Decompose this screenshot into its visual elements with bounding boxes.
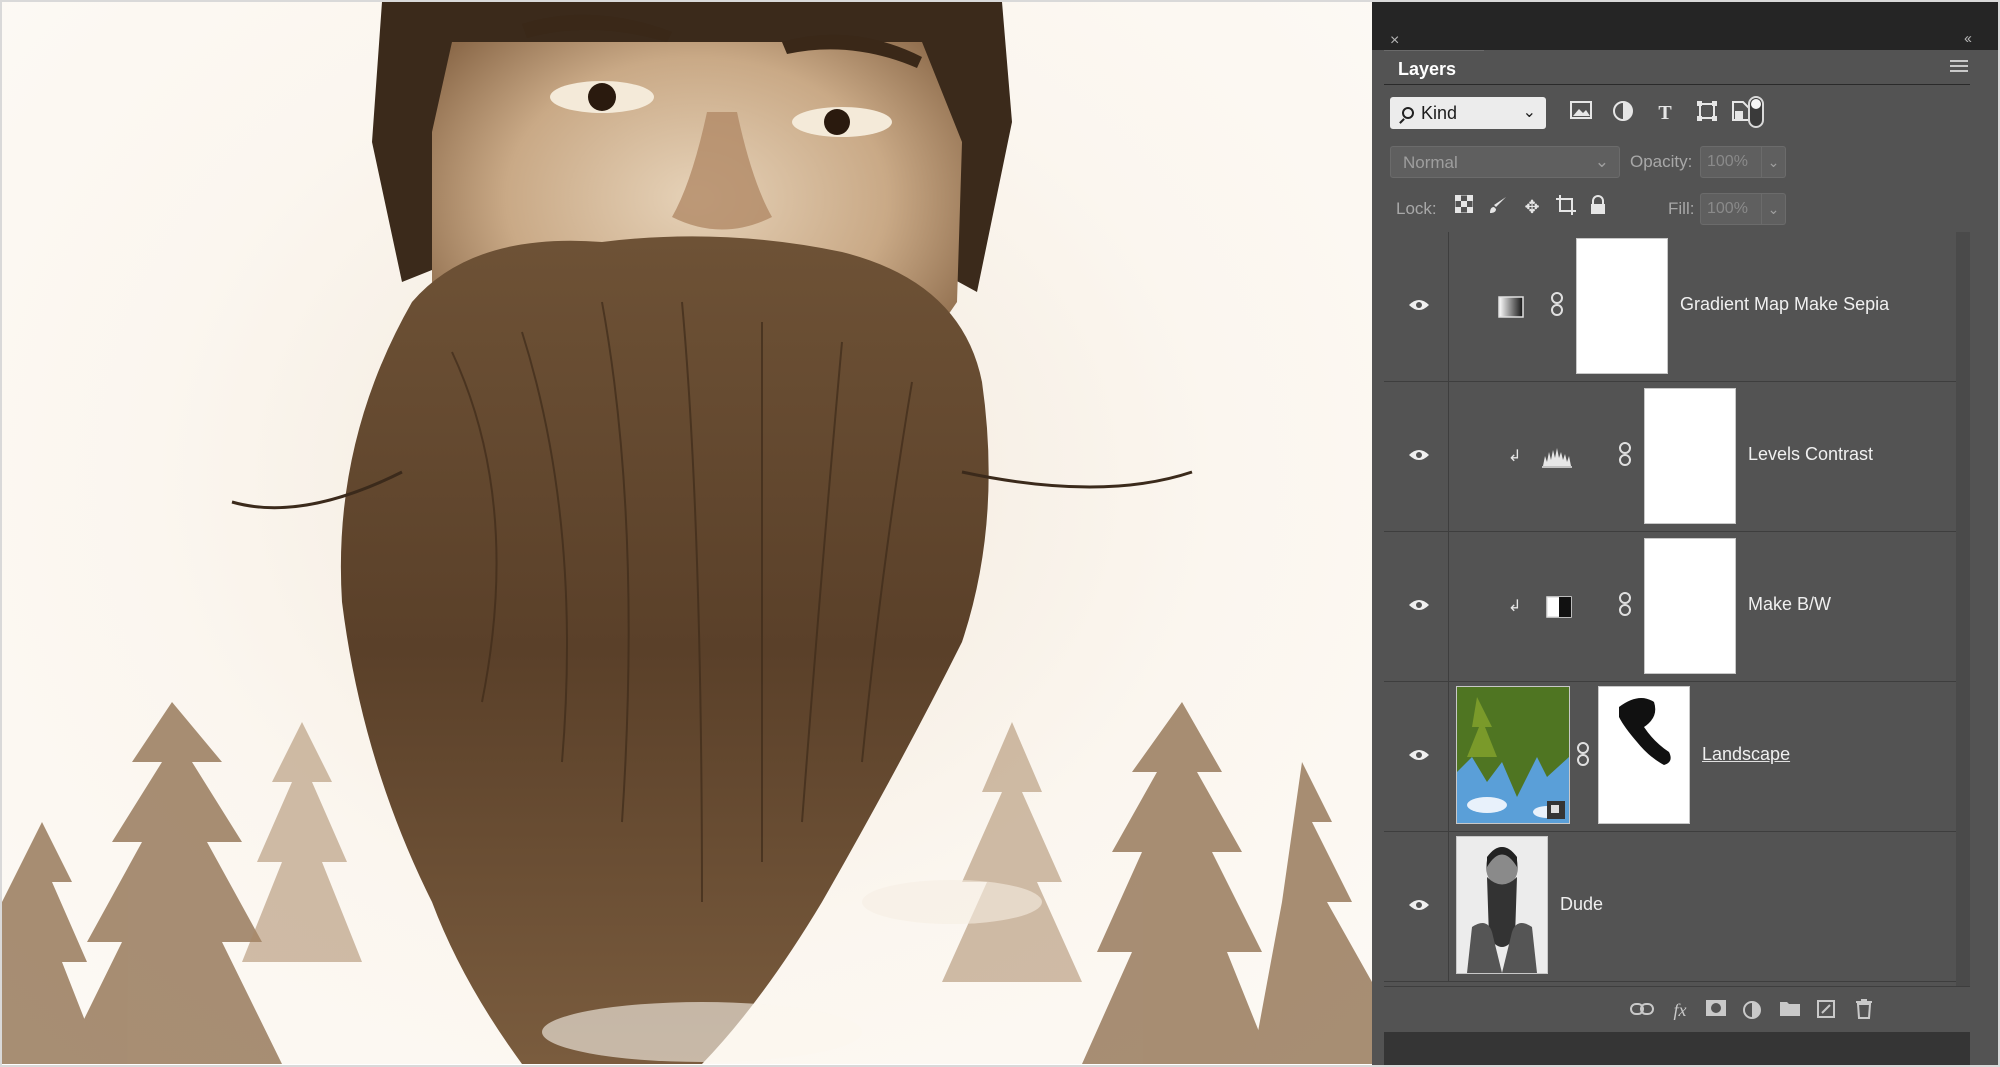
lock-paint-brush-icon[interactable]	[1486, 195, 1510, 219]
gradient-map-icon	[1498, 296, 1524, 318]
lock-transparency-icon[interactable]	[1452, 194, 1476, 219]
opacity-dropdown-icon[interactable]: ⌄	[1762, 146, 1786, 178]
sepia-double-exposure-photo	[2, 2, 1372, 1064]
lock-fill-row: Lock: ✥ Fill: 100% ⌄	[1384, 185, 1970, 231]
visibility-eye-icon[interactable]	[1408, 298, 1430, 312]
mask-link-icon[interactable]	[1550, 292, 1564, 322]
new-layer-icon[interactable]	[1814, 999, 1838, 1021]
layer-row-levels[interactable]: ↲ Levels Contrast	[1384, 382, 1956, 532]
blend-mode-value: Normal	[1403, 153, 1458, 172]
layer-row-landscape[interactable]: Landscape	[1384, 682, 1956, 832]
panel-bottom-strip	[1384, 1032, 1970, 1065]
lock-all-icon[interactable]	[1586, 195, 1610, 219]
adjustment-filter-icon[interactable]	[1610, 100, 1636, 126]
column-divider	[1448, 532, 1449, 682]
delete-icon[interactable]	[1852, 999, 1876, 1021]
black-white-icon	[1546, 596, 1572, 618]
filter-toggle[interactable]	[1748, 96, 1764, 128]
tab-divider	[1384, 84, 1970, 85]
opacity-field[interactable]: 100%	[1700, 146, 1762, 178]
new-adjustment-icon[interactable]	[1740, 999, 1764, 1021]
fill-dropdown-icon[interactable]: ⌄	[1762, 193, 1786, 225]
mask-link-icon[interactable]	[1576, 742, 1590, 772]
layers-panel: × ‹‹ Layers Kind ⌄ T Normal ⌄ Opacity: 1…	[1372, 2, 1998, 1065]
visibility-eye-icon[interactable]	[1408, 598, 1430, 612]
type-filter-icon[interactable]: T	[1652, 100, 1678, 126]
shape-filter-icon[interactable]	[1694, 100, 1720, 126]
panel-menu-icon[interactable]	[1950, 60, 1968, 74]
visibility-eye-icon[interactable]	[1408, 748, 1430, 762]
layers-list: Gradient Map Make Sepia ↲ Levels Contras…	[1384, 232, 1970, 987]
layer-mask-thumbnail[interactable]	[1644, 538, 1736, 674]
clipping-arrow-icon: ↲	[1508, 448, 1522, 465]
layer-name[interactable]: Levels Contrast	[1748, 444, 1873, 465]
visibility-eye-icon[interactable]	[1408, 448, 1430, 462]
new-group-icon[interactable]	[1778, 999, 1802, 1021]
search-icon	[1402, 107, 1414, 119]
kind-filter-select[interactable]: Kind ⌄	[1390, 97, 1546, 129]
mask-link-icon[interactable]	[1618, 592, 1632, 622]
fill-field[interactable]: 100%	[1700, 193, 1762, 225]
link-layers-icon[interactable]	[1630, 999, 1654, 1021]
lock-artboard-icon[interactable]	[1554, 195, 1578, 219]
panel-title-bar: × ‹‹	[1372, 2, 1998, 50]
mask-link-icon[interactable]	[1618, 442, 1632, 472]
visibility-eye-icon[interactable]	[1408, 898, 1430, 912]
layer-row-make-bw[interactable]: ↲ Make B/W	[1384, 532, 1956, 682]
chevron-down-icon: ⌄	[1594, 152, 1609, 171]
layer-name[interactable]: Landscape	[1702, 744, 1790, 765]
layer-row-dude[interactable]: Dude	[1384, 832, 1956, 982]
blend-opacity-row: Normal ⌄ Opacity: 100% ⌄	[1384, 138, 1970, 184]
layers-bottom-toolbar: fx	[1384, 986, 1970, 1030]
fill-label: Fill:	[1668, 199, 1695, 218]
opacity-label: Opacity:	[1630, 152, 1693, 171]
layers-scrollbar[interactable]	[1956, 232, 1970, 987]
landscape-mask-thumbnail[interactable]	[1598, 686, 1690, 824]
layer-filter-row: Kind ⌄ T	[1384, 90, 1970, 136]
blend-mode-select[interactable]: Normal ⌄	[1390, 146, 1620, 178]
column-divider	[1448, 382, 1449, 532]
document-canvas[interactable]	[2, 2, 1372, 1064]
layer-name[interactable]: Gradient Map Make Sepia	[1680, 294, 1889, 315]
layer-row-gradient-map[interactable]: Gradient Map Make Sepia	[1384, 232, 1956, 382]
chevron-down-icon: ⌄	[1522, 104, 1536, 121]
image-filter-icon[interactable]	[1568, 100, 1594, 126]
close-panel-icon[interactable]: ×	[1390, 32, 1399, 50]
dude-thumbnail[interactable]	[1456, 836, 1548, 974]
column-divider	[1448, 682, 1449, 832]
tab-layers[interactable]: Layers	[1384, 50, 1484, 84]
lock-label: Lock:	[1396, 199, 1437, 218]
column-divider	[1448, 232, 1449, 382]
add-mask-icon[interactable]	[1704, 999, 1728, 1021]
layer-name[interactable]: Dude	[1560, 894, 1603, 915]
levels-icon	[1542, 446, 1572, 468]
collapse-panel-icon[interactable]: ‹‹	[1964, 30, 1972, 47]
landscape-thumbnail[interactable]	[1456, 686, 1570, 824]
layer-name[interactable]: Make B/W	[1748, 594, 1831, 615]
layer-mask-thumbnail[interactable]	[1576, 238, 1668, 374]
clipping-arrow-icon: ↲	[1508, 598, 1522, 615]
kind-filter-label: Kind	[1421, 103, 1458, 123]
layer-mask-thumbnail[interactable]	[1644, 388, 1736, 524]
lock-move-icon[interactable]: ✥	[1520, 195, 1544, 219]
column-divider	[1448, 832, 1449, 982]
fx-icon[interactable]: fx	[1668, 999, 1692, 1021]
